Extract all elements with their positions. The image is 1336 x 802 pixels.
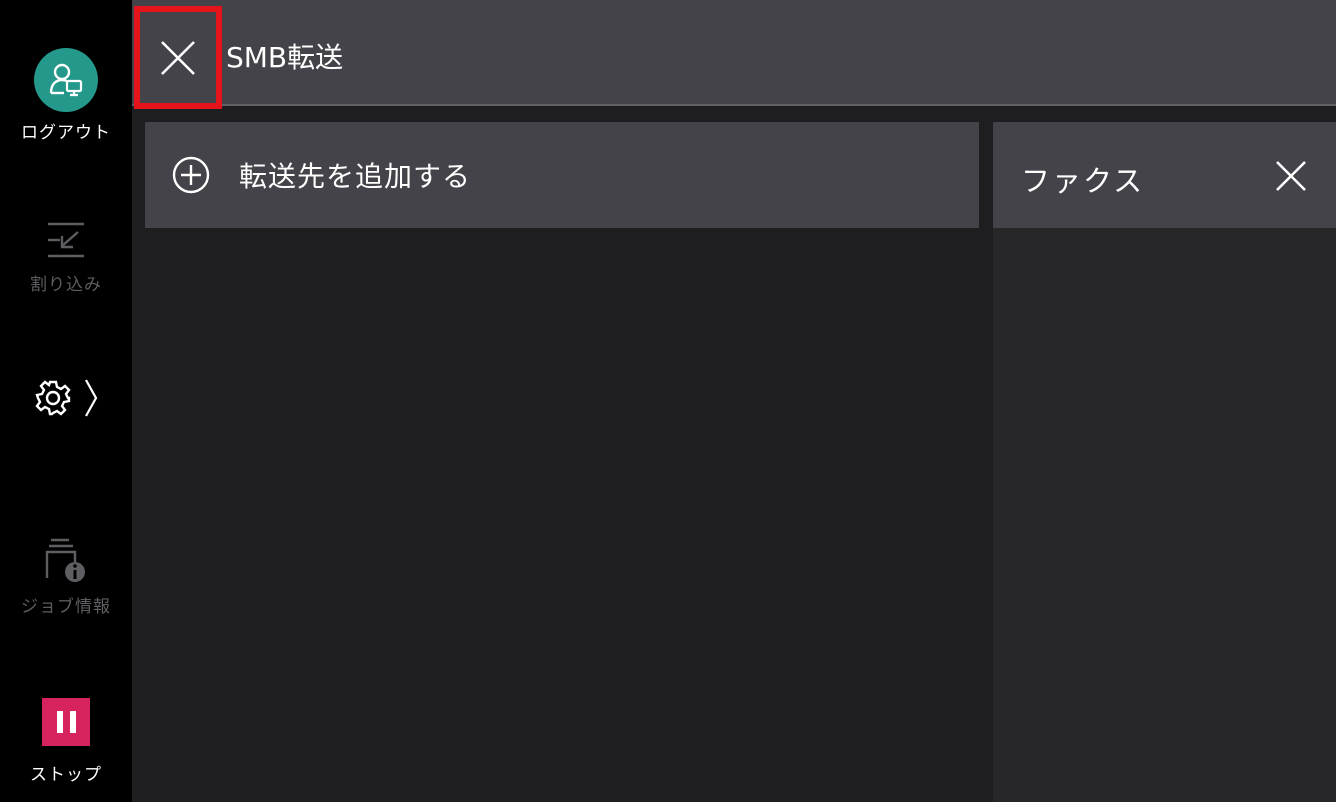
user-avatar xyxy=(34,48,98,112)
fax-label: ファクス xyxy=(1021,164,1145,198)
top-header: SMB転送 xyxy=(132,0,1336,109)
job-info-label: ジョブ情報 xyxy=(21,597,111,617)
fax-close-icon[interactable] xyxy=(1271,156,1311,196)
page-title: SMB転送 xyxy=(226,41,344,74)
interrupt-button[interactable]: 割り込み xyxy=(0,220,132,295)
logout-button[interactable]: ログアウト xyxy=(0,48,132,143)
destination-list-area xyxy=(145,228,979,802)
pause-icon xyxy=(42,698,90,746)
interrupt-icon xyxy=(48,222,84,258)
user-logout-icon xyxy=(49,63,83,97)
add-destination-label: 転送先を追加する xyxy=(239,160,472,193)
close-icon xyxy=(161,40,195,75)
stop-button[interactable]: ストップ xyxy=(0,698,132,785)
fax-panel: ファクス xyxy=(993,122,1336,802)
gear-icon xyxy=(35,380,71,416)
settings-expand-button[interactable] xyxy=(0,378,132,418)
stop-label: ストップ xyxy=(30,765,102,785)
add-destination-button[interactable]: 転送先を追加する xyxy=(145,122,979,228)
left-rail: ログアウト 割り込み ジョブ情報 ストップ xyxy=(0,0,132,802)
add-circle-icon xyxy=(172,156,210,194)
fax-panel-header: ファクス xyxy=(993,122,1336,228)
logout-label: ログアウト xyxy=(21,123,111,143)
app-screen: ログアウト 割り込み ジョブ情報 ストップ SMB転送 転送先を追加する ファク… xyxy=(0,0,1336,802)
job-info-button[interactable]: ジョブ情報 xyxy=(0,536,132,617)
close-button[interactable] xyxy=(134,6,222,109)
chevron-right-icon xyxy=(85,379,98,417)
job-info-icon xyxy=(45,538,85,582)
interrupt-label: 割り込み xyxy=(30,275,102,295)
